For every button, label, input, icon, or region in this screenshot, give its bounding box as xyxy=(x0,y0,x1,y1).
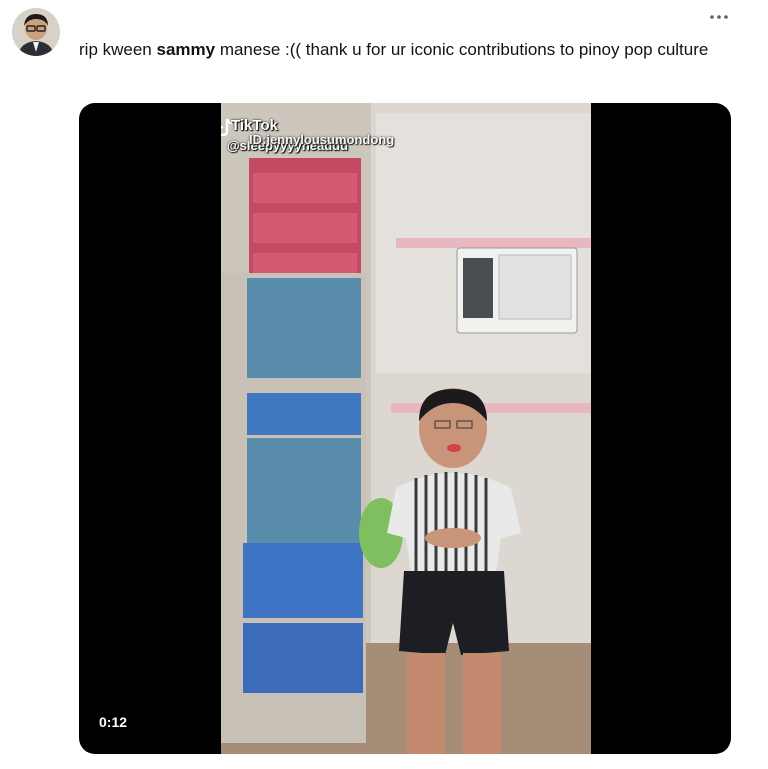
tweet-text-part: rip kween xyxy=(79,40,157,59)
watermark-id: ID:jennylousumondong xyxy=(249,132,395,147)
video-frame xyxy=(221,103,591,754)
avatar[interactable] xyxy=(12,8,60,56)
video-timestamp: 0:12 xyxy=(91,711,136,733)
media-container[interactable]: TikTok @sleepyyyyheaddd ID:jennylousumon… xyxy=(79,103,731,754)
more-horizontal-icon xyxy=(710,15,728,19)
tweet-text-bold: sammy xyxy=(156,40,216,59)
avatar-image xyxy=(12,8,60,56)
tweet-text-part: manese :(( thank u for ur iconic contrib… xyxy=(215,40,709,59)
more-options-button[interactable] xyxy=(708,10,730,24)
video-player[interactable]: TikTok @sleepyyyyheaddd ID:jennylousumon… xyxy=(221,103,591,754)
tiktok-username-watermark: @sleepyyyyheaddd ID:jennylousumondong xyxy=(227,132,394,153)
tweet-text: rip kween sammy manese :(( thank u for u… xyxy=(79,38,719,62)
